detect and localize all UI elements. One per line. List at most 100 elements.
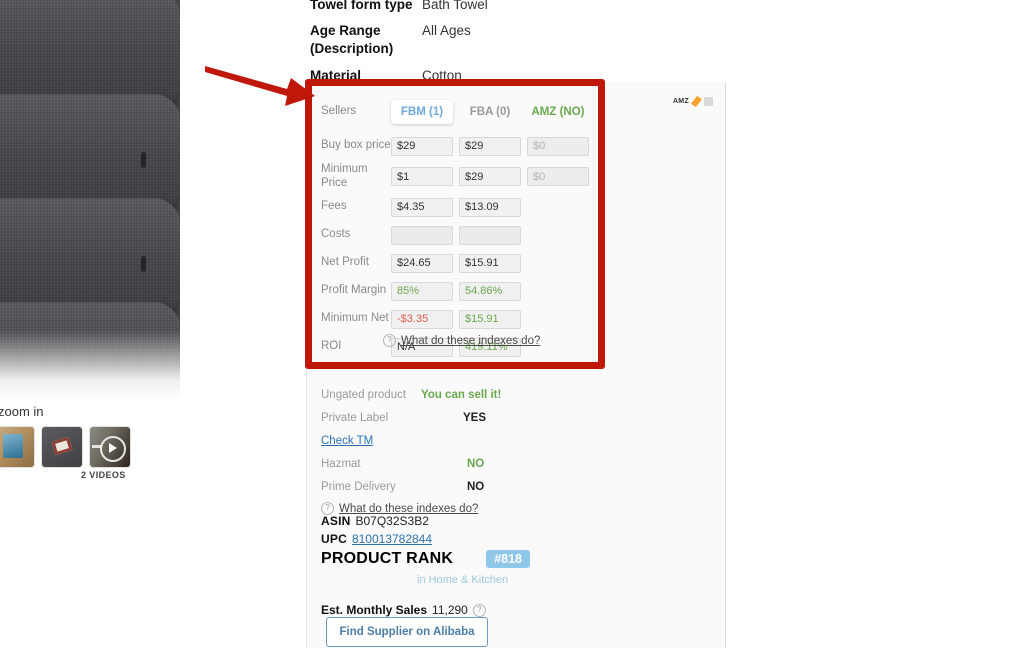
calculator-input[interactable]: $4.35	[391, 197, 453, 217]
calculator-cell	[459, 225, 521, 245]
tab-fbm[interactable]: FBM (1)	[391, 100, 453, 124]
calculator-input[interactable]	[459, 225, 521, 245]
index-key: Ungated product	[321, 388, 407, 401]
calculator-input[interactable]: $0	[527, 167, 589, 187]
calculator-cell	[527, 198, 589, 217]
towel-layer	[0, 94, 180, 214]
calculator-row: Minimum Net -$3.35 $15.91	[321, 308, 651, 330]
calculator-cell: $0	[527, 136, 589, 156]
calculator-cell: $29	[391, 136, 453, 156]
calculator-help-text: What do these indexes do?	[401, 334, 541, 347]
index-value: You can sell it!	[421, 388, 502, 401]
tab-fba[interactable]: FBA (0)	[459, 100, 521, 124]
calculator-row-label: Minimum Net	[321, 312, 389, 325]
calculator-input[interactable]: $15.91	[459, 309, 521, 329]
attribute-value: Bath Towel	[422, 0, 488, 12]
calculator-row: Minimum Price $1 $29 $0	[321, 163, 651, 190]
sellers-tab-row: Sellers FBM (1) FBA (0) AMZ (NO)	[321, 100, 651, 124]
index-value: YES	[463, 411, 487, 424]
zoom-in-label: zoom in	[0, 404, 44, 419]
calculator-cell: $15.91	[459, 253, 521, 273]
towel-layer	[0, 198, 180, 318]
upc-value-link[interactable]: 810013782844	[352, 532, 432, 546]
upc-line: UPC 810013782844	[321, 532, 651, 546]
product-gallery-column: zoom in 2 VIDEOS	[0, 0, 180, 648]
calculator-rows: Buy box price $29 $29 $0 Minimum Price $1 $29 $…	[321, 135, 651, 358]
thumbnail-video[interactable]	[90, 427, 130, 467]
rank-category: in Home & Kitchen	[417, 574, 509, 586]
calculator-row: Fees $4.35 $13.09	[321, 196, 651, 218]
calculator-row: Costs	[321, 224, 651, 246]
sellers-label: Sellers	[321, 105, 357, 118]
index-key: Hazmat	[321, 457, 361, 470]
calculator-input[interactable]: -$3.35	[391, 309, 453, 329]
index-value: NO	[467, 480, 485, 493]
calculator-cell	[527, 282, 589, 301]
upc-label: UPC	[321, 532, 347, 546]
calculator-cell	[527, 254, 589, 273]
tab-amz[interactable]: AMZ (NO)	[527, 100, 589, 124]
calculator-input[interactable]: $29	[391, 136, 453, 156]
product-attributes-table: Towel form type Bath Towel Age Range (De…	[310, 0, 710, 93]
calculator-input[interactable]: $15.91	[459, 253, 521, 273]
find-supplier-on-alibaba-button[interactable]: Find Supplier on Alibaba	[326, 617, 488, 647]
product-rank-label: PRODUCT RANK	[321, 550, 454, 567]
towel-tag	[141, 256, 146, 272]
calculator-cell: $29	[459, 167, 521, 187]
attribute-row: Age Range (Description) All Ages	[310, 22, 710, 58]
question-mark-icon: ?	[383, 334, 396, 347]
play-icon	[100, 436, 126, 462]
question-mark-icon[interactable]: ?	[472, 603, 486, 617]
calculator-row-label: Net Profit	[321, 256, 369, 269]
index-key: Prime Delivery	[321, 480, 396, 493]
calculator-cell: $29	[459, 136, 521, 156]
calculator-cell-empty-slot	[527, 282, 589, 301]
annotation-arrow-icon	[205, 66, 315, 106]
calculator-cell: $24.65	[391, 253, 453, 273]
index-row-prime-delivery: Prime Delivery NO	[321, 479, 651, 494]
calculator-cell-empty-slot	[527, 198, 589, 217]
sales-value: 11,290	[432, 603, 468, 617]
calculator-input[interactable]: 54.86%	[459, 281, 521, 301]
calculator-cell: -$3.35	[391, 309, 453, 329]
thumbnail-lifestyle[interactable]	[0, 427, 34, 467]
calculator-row-label: Minimum Price	[321, 163, 368, 189]
calculator-input[interactable]: $24.65	[391, 253, 453, 273]
calculator-cell-empty-slot	[527, 226, 589, 245]
calculator-input[interactable]: 85%	[391, 281, 453, 301]
calculator-input[interactable]: $1	[391, 167, 453, 187]
calculator-row: Net Profit $24.65 $15.91	[321, 252, 651, 274]
calculator-cell: $1	[391, 167, 453, 187]
check-tm-row[interactable]: Check TM	[321, 433, 651, 448]
asin-value: B07Q32S3B2	[355, 514, 429, 528]
calculator-input[interactable]: $0	[527, 136, 589, 156]
attribute-row: Towel form type Bath Towel	[310, 0, 710, 14]
thumbnail-folded-towel[interactable]	[42, 427, 82, 467]
calculator-cell: $13.09	[459, 197, 521, 217]
calculator-input[interactable]: $29	[459, 136, 521, 156]
check-tm-link[interactable]: Check TM	[321, 435, 373, 447]
asin-label: ASIN	[321, 514, 351, 528]
asin-line: ASIN B07Q32S3B2	[321, 514, 651, 528]
calculator-cell	[391, 225, 453, 245]
calculator-cell: $0	[527, 167, 589, 187]
calculator-input[interactable]	[391, 225, 453, 245]
calculator-input[interactable]: $29	[459, 167, 521, 187]
amz-wordmark: AMZ	[672, 98, 689, 105]
index-row-ungated: Ungated product You can sell it!	[321, 387, 651, 402]
calculator-help-link[interactable]: ? What do these indexes do?	[383, 334, 540, 347]
calculator-cell: $15.91	[459, 309, 521, 329]
indexes-help-text: What do these indexes do?	[339, 502, 479, 515]
calculator-row: Profit Margin 85% 54.86%	[321, 280, 651, 302]
attribute-value: All Ages	[422, 23, 471, 39]
swoosh-icon	[691, 96, 702, 107]
index-row-private-label: Private Label YES	[321, 410, 651, 425]
calculator-input[interactable]: $13.09	[459, 197, 521, 217]
thumbnail-strip[interactable]	[0, 427, 130, 467]
amz-extension-panel: AMZ Sellers FBM (1) FBA (0) AMZ (NO) Buy…	[306, 82, 726, 648]
calculator-row-label: Costs	[321, 228, 351, 241]
calculator-cell: $4.35	[391, 197, 453, 217]
index-key: Private Label	[321, 411, 389, 424]
videos-count-label: 2 VIDEOS	[81, 470, 126, 480]
calculator-cell	[527, 310, 589, 329]
